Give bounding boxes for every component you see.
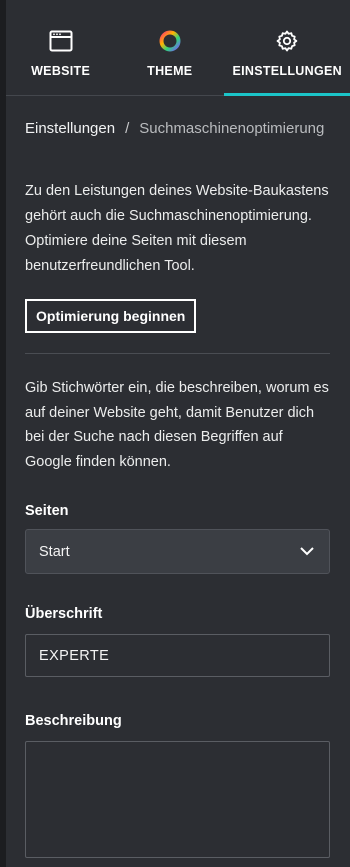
pages-select[interactable]: Start xyxy=(25,529,330,574)
breadcrumb-parent-link[interactable]: Einstellungen xyxy=(25,120,115,137)
description-textarea[interactable] xyxy=(25,741,330,858)
tab-bar: WEBSITE THEME EINSTELLUNGEN xyxy=(6,0,350,96)
breadcrumb: Einstellungen / Suchmaschinenoptimierung xyxy=(25,120,330,137)
intro-text: Zu den Leistungen deines Website-Baukast… xyxy=(25,183,329,274)
heading-input[interactable]: EXPERTE xyxy=(25,634,330,677)
start-optimization-button[interactable]: Optimierung beginnen xyxy=(25,299,197,333)
settings-panel: WEBSITE THEME EINSTELLUNGEN Einstellunge… xyxy=(6,0,350,867)
color-wheel-icon xyxy=(157,28,183,54)
heading-field-label: Überschrift xyxy=(25,606,103,622)
gear-icon xyxy=(274,28,300,54)
pages-select-value: Start xyxy=(39,543,70,560)
tab-website[interactable]: WEBSITE xyxy=(6,0,115,95)
divider xyxy=(25,353,330,354)
heading-input-value: EXPERTE xyxy=(39,647,110,664)
tab-theme[interactable]: THEME xyxy=(115,0,224,95)
description-field-label: Beschreibung xyxy=(25,713,122,729)
chevron-down-icon xyxy=(299,544,315,560)
breadcrumb-current: Suchmaschinenoptimierung xyxy=(139,120,325,137)
tab-einstellungen-label: EINSTELLUNGEN xyxy=(232,64,342,78)
tab-theme-label: THEME xyxy=(147,64,193,78)
main-content: Einstellungen / Suchmaschinenoptimierung… xyxy=(6,120,350,858)
browser-window-icon xyxy=(48,28,74,54)
tab-website-label: WEBSITE xyxy=(31,64,91,78)
pages-field-label: Seiten xyxy=(25,503,69,519)
tab-einstellungen[interactable]: EINSTELLUNGEN xyxy=(224,0,350,96)
keywords-info-text: Gib Stichwörter ein, die beschreiben, wo… xyxy=(25,380,329,470)
breadcrumb-separator: / xyxy=(125,120,130,137)
